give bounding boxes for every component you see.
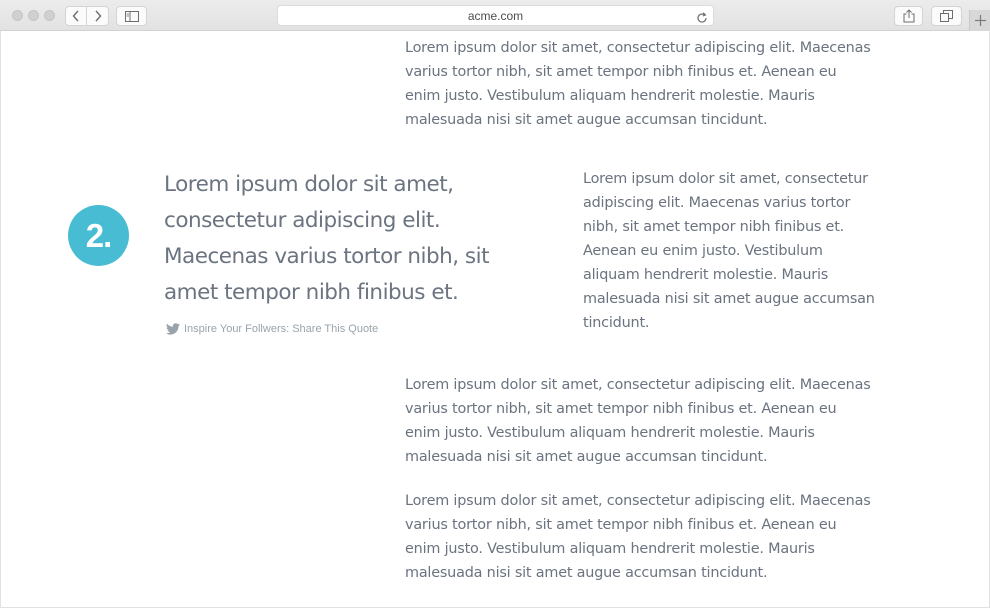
body-paragraph: Lorem ipsum dolor sit amet, consectetur … [405,40,871,128]
sidebar-icon [124,10,139,22]
minimize-window-button[interactable] [28,10,39,21]
share-icon [903,9,914,23]
share-button[interactable] [894,6,923,26]
pull-quote: Lorem ipsum dolor sit amet, consectetur … [164,172,490,305]
page-content: Lorem ipsum dolor sit amet, consectetur … [0,31,990,608]
share-quote-label: Inspire Your Follwers: Share This Quote [184,323,379,335]
sidebar-button[interactable] [116,6,147,26]
history-navigation [65,6,110,26]
body-paragraph: Lorem ipsum dolor sit amet, consectetur … [405,493,871,581]
forward-button[interactable] [87,6,109,26]
back-button[interactable] [65,6,87,26]
close-window-button[interactable] [12,10,23,21]
browser-toolbar: acme.com [0,0,990,31]
chevron-right-icon [94,10,101,22]
plus-icon [974,15,986,26]
reload-icon [697,12,707,23]
show-tabs-button[interactable] [931,6,962,26]
address-bar[interactable]: acme.com [277,5,714,26]
twitter-bird-icon [166,323,180,335]
chevron-left-icon [72,10,79,22]
body-paragraph: Lorem ipsum dolor sit amet, consectetur … [405,377,871,465]
new-tab-button[interactable] [969,10,990,31]
side-paragraph: Lorem ipsum dolor sit amet, consectetur … [583,171,875,331]
reload-button[interactable] [696,9,708,28]
step-number-badge: 2. [68,205,129,266]
share-quote-link[interactable]: Inspire Your Follwers: Share This Quote [166,321,378,337]
url-text: acme.com [467,9,524,23]
tabs-icon [940,10,953,22]
zoom-window-button[interactable] [44,10,55,21]
